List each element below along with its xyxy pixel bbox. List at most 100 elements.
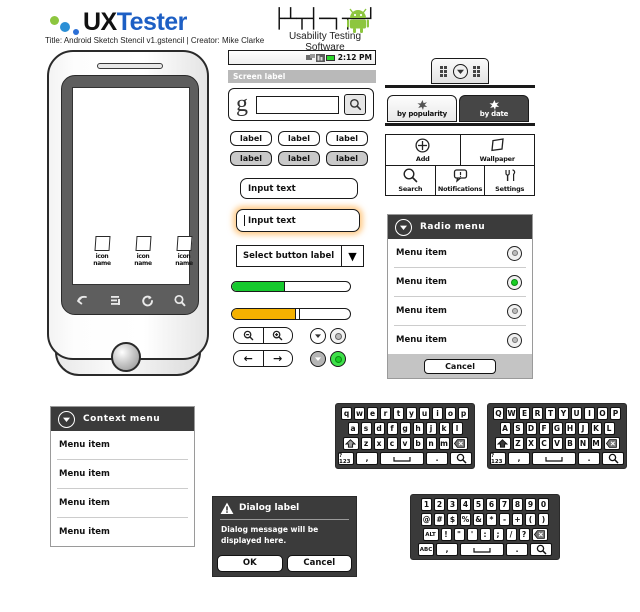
key-m[interactable]: m — [438, 437, 450, 450]
key-comma[interactable]: , — [356, 452, 378, 465]
key-b[interactable]: B — [564, 437, 576, 450]
context-menu-item[interactable]: Menu item — [51, 431, 194, 459]
key-1[interactable]: 1 — [421, 498, 432, 511]
radio-button-on[interactable] — [507, 274, 522, 290]
key-e[interactable]: e — [367, 407, 378, 420]
key-abc[interactable]: ABC — [418, 543, 434, 556]
menu-item-add[interactable]: Add — [386, 135, 460, 165]
key-u[interactable]: u — [419, 407, 430, 420]
key-comma[interactable]: , — [508, 452, 530, 465]
download-arrow-icon[interactable] — [452, 63, 468, 79]
key-v[interactable]: V — [551, 437, 563, 450]
radio-button-off[interactable] — [330, 328, 346, 344]
trackball[interactable] — [111, 342, 141, 372]
arrow-left-button[interactable]: ← — [234, 351, 263, 366]
text-input-default[interactable]: Input text — [240, 178, 358, 199]
key-c[interactable]: c — [386, 437, 398, 450]
key-[interactable]: @ — [421, 513, 432, 526]
key-b[interactable]: b — [412, 437, 424, 450]
key-search-icon[interactable] — [450, 452, 472, 465]
arrow-right-button[interactable]: → — [262, 351, 293, 366]
key-alt[interactable]: ALT — [422, 528, 439, 541]
search-icon[interactable] — [173, 294, 187, 307]
key-y[interactable]: y — [406, 407, 417, 420]
key-g[interactable]: g — [399, 422, 411, 435]
tab-by-date[interactable]: by date — [459, 95, 529, 122]
menu-item-settings[interactable]: Settings — [484, 165, 534, 195]
menu-item-notifications[interactable]: Notifications — [434, 165, 485, 195]
select-dropdown[interactable]: Select button label ▼ — [236, 245, 364, 267]
key-[interactable]: " — [453, 528, 465, 541]
radio-menu-item[interactable]: Menu item — [388, 239, 532, 267]
menu-icon[interactable] — [108, 294, 122, 307]
down-chevron-circle-icon[interactable] — [395, 218, 412, 236]
key-[interactable]: - — [499, 513, 510, 526]
key-search-icon[interactable] — [530, 543, 552, 556]
key-i[interactable]: I — [584, 407, 595, 420]
key-9[interactable]: 9 — [525, 498, 536, 511]
dropdown-round-button-pressed[interactable] — [310, 351, 326, 367]
key-p[interactable]: p — [458, 407, 469, 420]
key-z[interactable]: z — [360, 437, 372, 450]
key-f[interactable]: f — [386, 422, 398, 435]
key-[interactable]: ; — [492, 528, 504, 541]
back-icon[interactable] — [75, 294, 90, 307]
key-[interactable]: % — [460, 513, 471, 526]
cancel-button[interactable]: Cancel — [424, 358, 496, 374]
key-j[interactable]: J — [577, 422, 589, 435]
key-[interactable]: : — [479, 528, 491, 541]
key-j[interactable]: j — [425, 422, 437, 435]
key-4[interactable]: 4 — [460, 498, 471, 511]
key-[interactable]: # — [434, 513, 445, 526]
key-[interactable]: $ — [447, 513, 458, 526]
menu-item-search[interactable]: Search — [386, 166, 435, 196]
label-button[interactable]: label — [230, 131, 272, 146]
key-delete-icon[interactable] — [451, 437, 468, 450]
widget-tray-handle[interactable] — [431, 58, 489, 84]
tab-by-popularity[interactable]: by popularity — [387, 95, 457, 122]
key-[interactable]: / — [505, 528, 517, 541]
key-m[interactable]: M — [590, 437, 602, 450]
home-icon-item[interactable]: icon name — [169, 236, 199, 267]
key-t[interactable]: t — [393, 407, 404, 420]
key-s[interactable]: s — [360, 422, 372, 435]
key-r[interactable]: R — [532, 407, 543, 420]
key-c[interactable]: C — [538, 437, 550, 450]
key-w[interactable]: W — [506, 407, 517, 420]
key-t[interactable]: T — [545, 407, 556, 420]
label-button-pressed[interactable]: label — [278, 151, 320, 166]
key-f[interactable]: F — [538, 422, 550, 435]
key-6[interactable]: 6 — [486, 498, 497, 511]
key-k[interactable]: k — [438, 422, 450, 435]
key-h[interactable]: h — [412, 422, 424, 435]
key-x[interactable]: x — [373, 437, 385, 450]
key-p[interactable]: P — [610, 407, 621, 420]
label-button-pressed[interactable]: label — [326, 151, 368, 166]
key-5[interactable]: 5 — [473, 498, 484, 511]
key-w[interactable]: w — [354, 407, 365, 420]
key-q[interactable]: q — [341, 407, 352, 420]
key-space[interactable] — [380, 452, 424, 465]
label-button-pressed[interactable]: label — [230, 151, 272, 166]
key-k[interactable]: K — [590, 422, 602, 435]
zoom-in-button[interactable] — [262, 328, 293, 343]
radio-button-on[interactable] — [330, 351, 346, 367]
search-widget[interactable]: g — [228, 88, 374, 121]
key-o[interactable]: O — [597, 407, 608, 420]
key-r[interactable]: r — [380, 407, 391, 420]
key-0[interactable]: 0 — [538, 498, 549, 511]
label-button[interactable]: label — [278, 131, 320, 146]
dialog-ok-button[interactable]: OK — [217, 554, 283, 572]
label-button[interactable]: label — [326, 131, 368, 146]
key-n[interactable]: N — [577, 437, 589, 450]
key-delete-icon[interactable] — [603, 437, 620, 450]
home-icon-item[interactable]: icon name — [87, 236, 117, 267]
key-h[interactable]: H — [564, 422, 576, 435]
key-s[interactable]: S — [512, 422, 524, 435]
slider-handle[interactable] — [294, 309, 300, 319]
key-y[interactable]: Y — [558, 407, 569, 420]
key-comma[interactable]: , — [436, 543, 458, 556]
key-l[interactable]: L — [603, 422, 615, 435]
key-3[interactable]: 3 — [447, 498, 458, 511]
down-chevron-circle-icon[interactable] — [58, 410, 75, 428]
